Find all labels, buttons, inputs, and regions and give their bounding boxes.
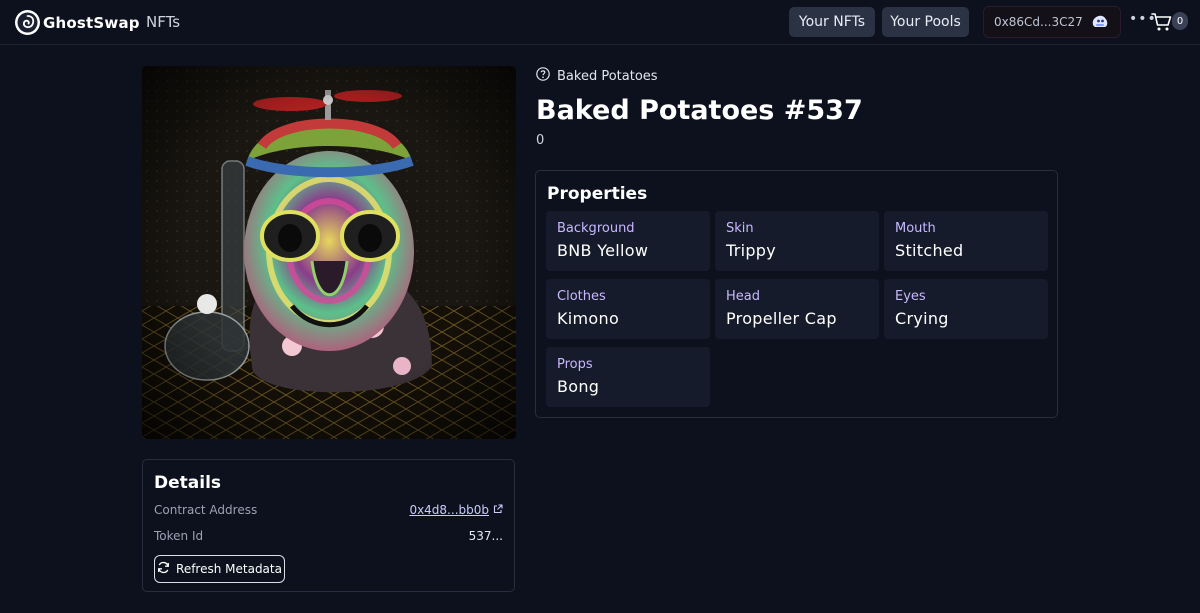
- trait-tile-props: Props Bong: [546, 347, 710, 407]
- nft-title: Baked Potatoes #537: [536, 95, 863, 126]
- top-navbar: GhostSwap NFTs Your NFTs Your Pools 0x86…: [0, 0, 1200, 45]
- trait-label: Mouth: [895, 221, 936, 236]
- refresh-icon: [157, 561, 170, 577]
- nft-image: [142, 66, 516, 439]
- trait-label: Eyes: [895, 289, 926, 304]
- details-card: Details Contract Address 0x4d8...bb0b To…: [142, 459, 515, 592]
- collection-name[interactable]: Baked Potatoes: [557, 69, 658, 84]
- trait-value: Propeller Cap: [726, 309, 837, 328]
- trait-label: Skin: [726, 221, 754, 236]
- nft-price: 0: [536, 133, 545, 148]
- contract-address-link[interactable]: 0x4d8...bb0b: [409, 503, 503, 517]
- trait-tile-mouth: Mouth Stitched: [884, 211, 1048, 271]
- refresh-metadata-button[interactable]: Refresh Metadata: [154, 555, 285, 583]
- trait-value: Kimono: [557, 309, 620, 328]
- collection-link[interactable]: Baked Potatoes: [536, 67, 658, 85]
- token-id-value: 537...: [468, 529, 503, 543]
- cart-count-badge: 0: [1172, 12, 1188, 30]
- trait-label: Props: [557, 357, 593, 372]
- your-pools-button[interactable]: Your Pools: [882, 7, 969, 37]
- cart-icon[interactable]: [1151, 11, 1173, 33]
- wallet-button[interactable]: 0x86Cd...3C27: [983, 6, 1121, 38]
- trait-tile-eyes: Eyes Crying: [884, 279, 1048, 339]
- wallet-avatar-icon: [1091, 13, 1109, 32]
- trait-label: Background: [557, 221, 635, 236]
- trait-tile-clothes: Clothes Kimono: [546, 279, 710, 339]
- trait-value: Trippy: [726, 241, 777, 260]
- details-title: Details: [154, 473, 222, 493]
- refresh-metadata-label: Refresh Metadata: [176, 562, 282, 576]
- properties-title: Properties: [547, 184, 648, 204]
- external-link-icon[interactable]: [493, 503, 503, 517]
- brand-logo-link[interactable]: GhostSwap: [15, 10, 140, 35]
- trait-tile-head: Head Propeller Cap: [715, 279, 879, 339]
- your-nfts-button[interactable]: Your NFTs: [789, 7, 875, 37]
- trait-value: Bong: [557, 377, 600, 396]
- contract-address-value[interactable]: 0x4d8...bb0b: [409, 503, 489, 517]
- question-circle-icon: [536, 67, 550, 85]
- wallet-address: 0x86Cd...3C27: [994, 15, 1083, 29]
- trait-label: Clothes: [557, 289, 606, 304]
- token-id-label: Token Id: [154, 529, 204, 543]
- trait-value: Stitched: [895, 241, 964, 260]
- properties-card: Properties Background BNB Yellow Skin Tr…: [535, 170, 1058, 418]
- trait-label: Head: [726, 289, 760, 304]
- trait-value: Crying: [895, 309, 949, 328]
- trait-tile-background: Background BNB Yellow: [546, 211, 710, 271]
- trait-tile-skin: Skin Trippy: [715, 211, 879, 271]
- trait-value: BNB Yellow: [557, 241, 649, 260]
- contract-address-label: Contract Address: [154, 503, 258, 517]
- nav-link-nfts[interactable]: NFTs: [146, 13, 180, 31]
- brand-name: GhostSwap: [43, 13, 140, 32]
- ghost-logo-icon: [15, 10, 40, 35]
